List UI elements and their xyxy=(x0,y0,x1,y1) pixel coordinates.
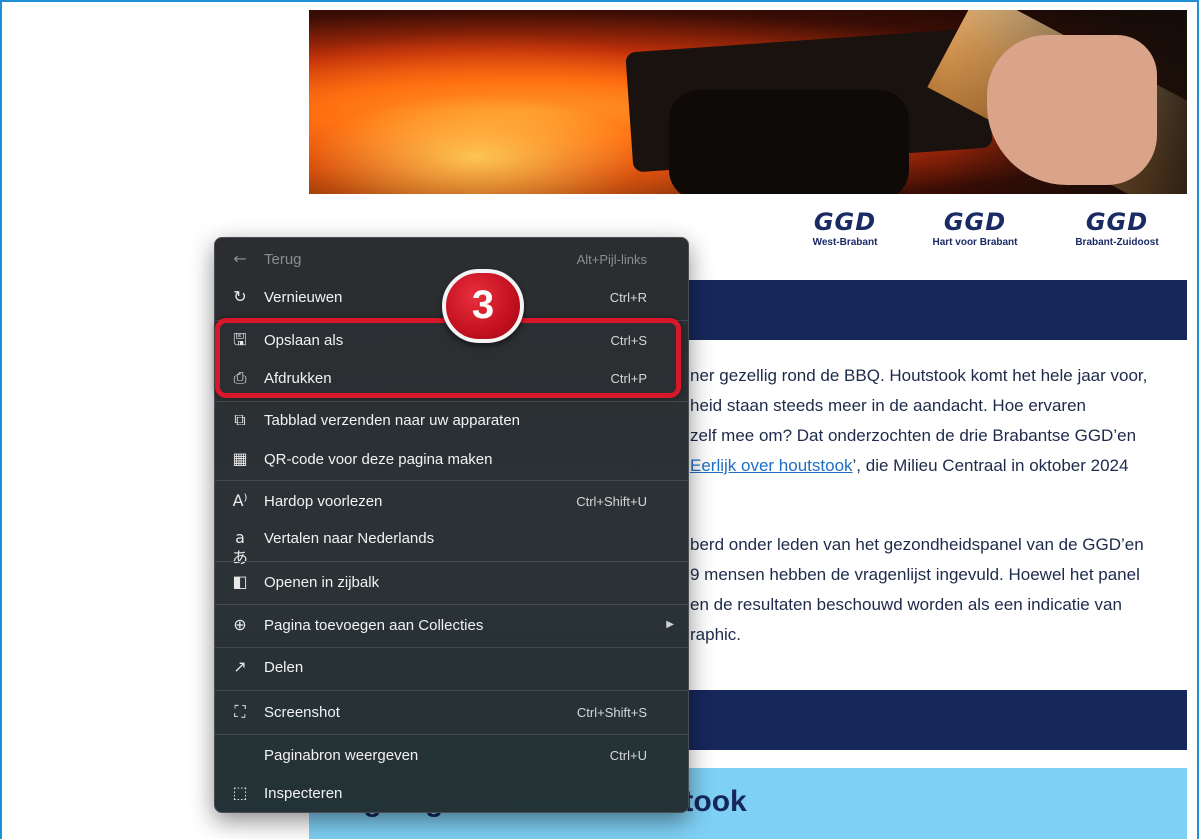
menu-item-label: Inspecteren xyxy=(264,785,343,802)
article-link[interactable]: Eerlijk over houtstook xyxy=(690,456,853,475)
article-line: berd onder leden van het gezondheidspane… xyxy=(690,535,1144,554)
menu-item-view-page-source[interactable]: Paginabron weergeven Ctrl+U xyxy=(215,741,688,771)
menu-separator xyxy=(215,401,688,402)
menu-item-label: Terug xyxy=(264,251,302,268)
ggd-logo-brabant-zuidoost: GGD Brabant-Zuidoost xyxy=(1062,208,1172,248)
menu-separator xyxy=(215,690,688,691)
screenshot-icon: ⛶ xyxy=(234,702,246,721)
menu-item-back[interactable]: ← Terug Alt+Pijl-links xyxy=(215,245,688,275)
highlight-box xyxy=(215,318,681,398)
logo-mark: GGD xyxy=(813,208,877,236)
read-aloud-icon: A⁾ xyxy=(232,491,248,510)
inspect-icon: ⬚ xyxy=(232,783,248,802)
menu-item-shortcut: Ctrl+R xyxy=(609,290,647,305)
menu-item-shortcut: Alt+Pijl-links xyxy=(576,252,647,267)
ggd-logo-hart-voor-brabant: GGD Hart voor Brabant xyxy=(920,208,1030,248)
menu-item-shortcut: Ctrl+Shift+S xyxy=(576,705,647,720)
menu-item-inspect[interactable]: ⬚ Inspecteren xyxy=(215,779,688,809)
qr-code-icon: ▦ xyxy=(232,449,248,468)
menu-separator xyxy=(215,604,688,605)
menu-item-label: Openen in zijbalk xyxy=(264,574,380,591)
article-line: heid staan steeds meer in de aandacht. H… xyxy=(690,396,1086,415)
article-text-2: berd onder leden van het gezondheidspane… xyxy=(690,530,1144,650)
menu-item-label: Screenshot xyxy=(264,704,340,721)
menu-item-label: Pagina toevoegen aan Collecties xyxy=(264,617,484,634)
menu-item-label: Paginabron weergeven xyxy=(264,747,419,764)
menu-separator xyxy=(215,561,688,562)
menu-separator xyxy=(215,647,688,648)
article-line: Eerlijk over houtstook’, die Milieu Cent… xyxy=(690,451,1147,481)
menu-item-open-in-sidebar[interactable]: ◧ Openen in zijbalk xyxy=(215,568,688,598)
step-badge: 3 xyxy=(442,269,524,343)
logo-mark: GGD xyxy=(943,208,1007,236)
menu-item-qr-code[interactable]: ▦ QR-code voor deze pagina maken xyxy=(215,445,688,475)
translate-icon: aあ xyxy=(231,528,248,567)
menu-item-label: Hardop voorlezen xyxy=(264,493,383,510)
menu-separator xyxy=(215,480,688,481)
menu-item-shortcut: Ctrl+U xyxy=(609,748,647,763)
logo-subtitle: West-Brabant xyxy=(812,237,878,248)
sidebar-icon: ◧ xyxy=(232,572,248,591)
article-line: 9 mensen hebben de vragenlijst ingevuld.… xyxy=(690,565,1140,584)
logo-mark: GGD xyxy=(1085,208,1149,236)
menu-item-label: QR-code voor deze pagina maken xyxy=(264,451,493,468)
collections-icon: ⊕ xyxy=(233,615,247,634)
send-to-devices-icon: ⧉ xyxy=(234,410,246,429)
section-banner xyxy=(660,280,1187,340)
ggd-logo-west-brabant: GGD West-Brabant xyxy=(790,208,900,248)
article-line: en de resultaten beschouwd worden als ee… xyxy=(690,595,1122,614)
menu-item-label: Tabblad verzenden naar uw apparaten xyxy=(264,412,521,429)
article-line: ner gezellig rond de BBQ. Houtstook komt… xyxy=(690,366,1148,385)
article-link-suffix: ’, die Milieu Centraal in oktober 2024 xyxy=(852,456,1129,475)
menu-item-label: Delen xyxy=(264,659,304,676)
share-icon: ↗ xyxy=(233,657,247,676)
hero-image xyxy=(309,10,1187,194)
chevron-right-icon: ▶ xyxy=(666,619,674,630)
menu-item-label: Vertalen naar Nederlands xyxy=(264,530,435,547)
logo-subtitle: Hart voor Brabant xyxy=(932,237,1018,248)
back-arrow-icon: ← xyxy=(233,249,247,268)
menu-item-translate[interactable]: aあ Vertalen naar Nederlands xyxy=(215,524,688,567)
ggd-logos: GGD West-Brabant GGD Hart voor Brabant G… xyxy=(790,208,1190,258)
menu-item-shortcut: Ctrl+Shift+U xyxy=(576,494,647,509)
menu-item-share[interactable]: ↗ Delen xyxy=(215,653,688,683)
article-line: zelf mee om? Dat onderzochten de drie Br… xyxy=(690,426,1137,445)
article-text: ner gezellig rond de BBQ. Houtstook komt… xyxy=(690,361,1147,481)
article-line: raphic. xyxy=(690,625,742,644)
refresh-icon: ↻ xyxy=(233,287,247,306)
menu-item-send-to-devices[interactable]: ⧉ Tabblad verzenden naar uw apparaten xyxy=(215,406,688,436)
menu-separator xyxy=(215,734,688,735)
section-banner-2 xyxy=(660,690,1187,750)
menu-item-label: Vernieuwen xyxy=(264,289,343,306)
menu-item-screenshot[interactable]: ⛶ Screenshot Ctrl+Shift+S xyxy=(215,698,688,728)
menu-item-add-to-collections[interactable]: ⊕ Pagina toevoegen aan Collecties ▶ xyxy=(215,611,688,641)
menu-item-read-aloud[interactable]: A⁾ Hardop voorlezen Ctrl+Shift+U xyxy=(215,487,688,517)
logo-subtitle: Brabant-Zuidoost xyxy=(1075,237,1159,248)
